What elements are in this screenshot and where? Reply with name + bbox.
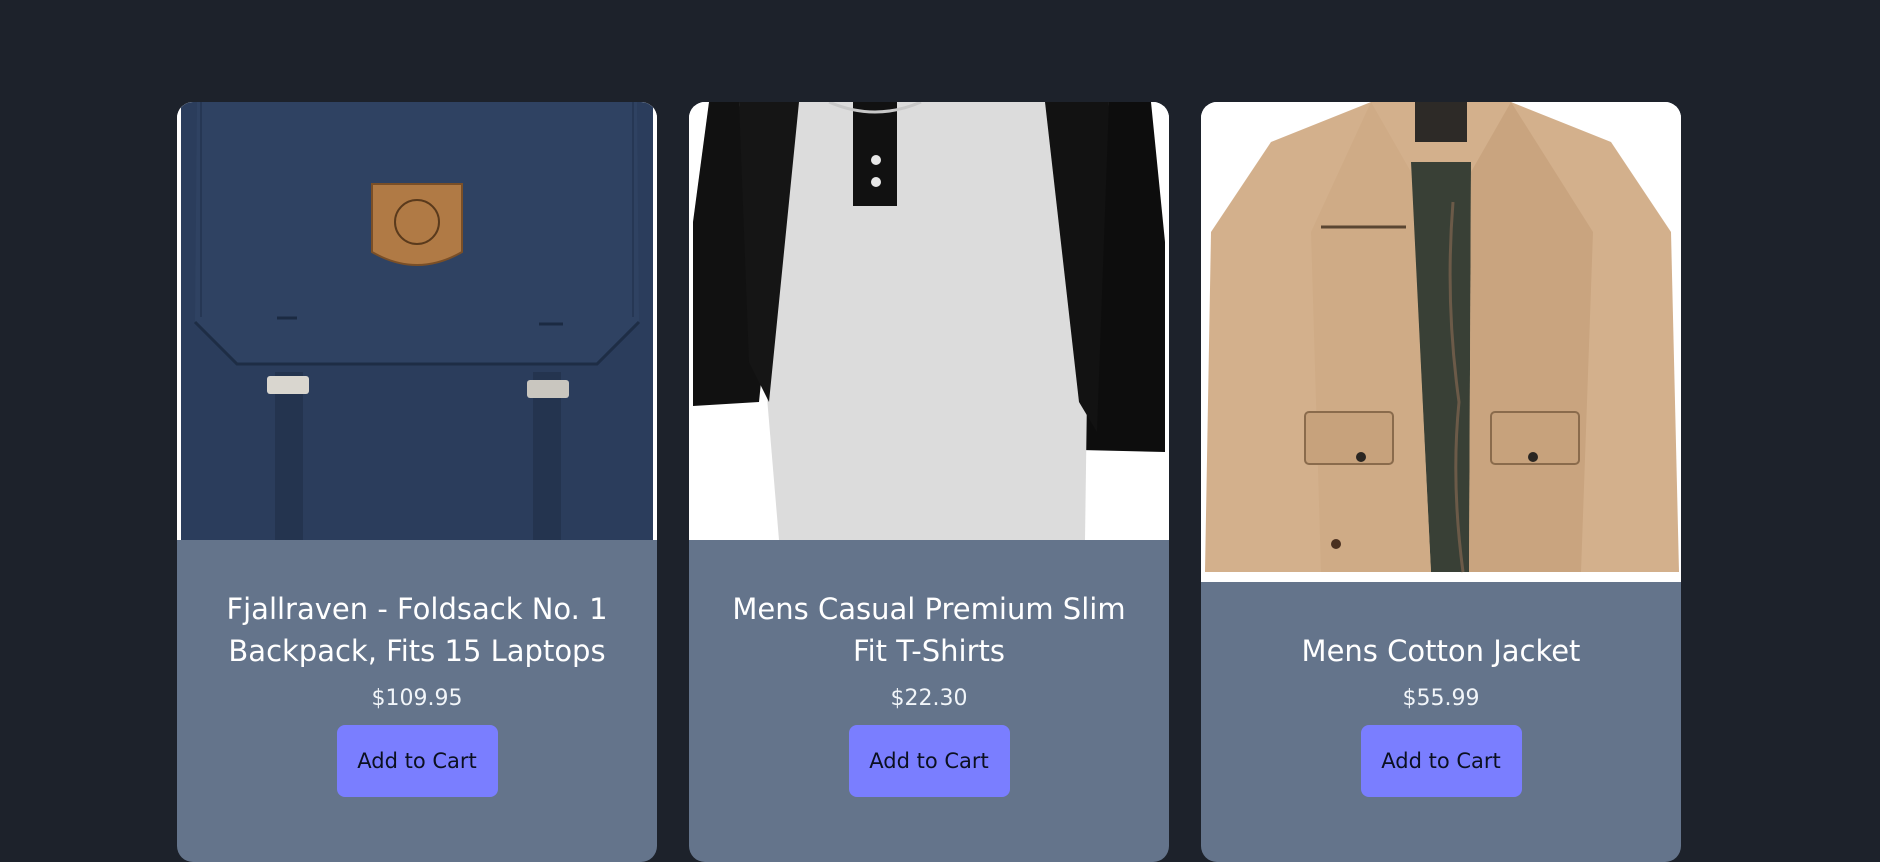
product-card: Fjallraven - Foldsack No. 1 Backpack, Fi… [177, 102, 657, 862]
product-price: $55.99 [1402, 686, 1480, 711]
product-card: Mens Casual Premium Slim Fit T-Shirts $2… [689, 102, 1169, 862]
product-info: Fjallraven - Foldsack No. 1 Backpack, Fi… [177, 540, 657, 862]
product-image-backpack[interactable] [177, 102, 657, 540]
product-info: Mens Casual Premium Slim Fit T-Shirts $2… [689, 540, 1169, 862]
add-to-cart-button[interactable]: Add to Cart [1360, 725, 1522, 797]
product-title: Mens Cotton Jacket [1301, 634, 1581, 668]
product-grid: Fjallraven - Foldsack No. 1 Backpack, Fi… [177, 102, 1681, 862]
product-card: Mens Cotton Jacket $55.99 Add to Cart [1201, 102, 1681, 862]
add-to-cart-button[interactable]: Add to Cart [848, 725, 1010, 797]
product-title: Mens Casual Premium Slim Fit T-Shirts [732, 592, 1126, 668]
add-to-cart-button[interactable]: Add to Cart [336, 725, 498, 797]
product-title: Fjallraven - Foldsack No. 1 Backpack, Fi… [226, 592, 608, 668]
product-image-jacket[interactable] [1201, 102, 1681, 582]
product-info: Mens Cotton Jacket $55.99 Add to Cart [1201, 582, 1681, 862]
product-price: $22.30 [890, 686, 968, 711]
product-image-tshirt[interactable] [689, 102, 1169, 540]
product-price: $109.95 [371, 686, 463, 711]
